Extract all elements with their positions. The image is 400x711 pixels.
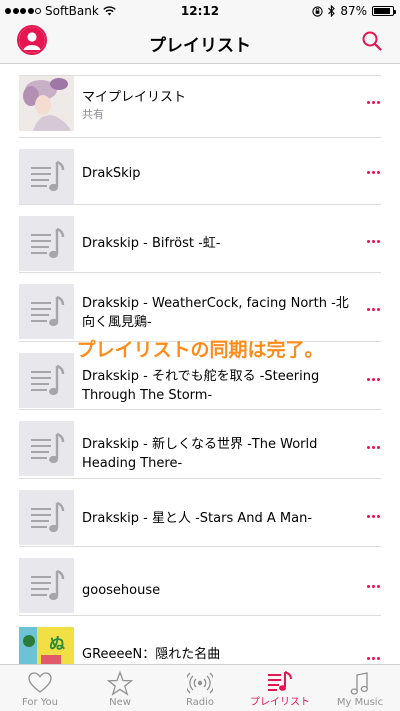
divider [19, 137, 381, 138]
playlist-title: Drakskip - 新しくなる世界 -The World Heading Th… [82, 437, 318, 471]
more-options-button[interactable] [367, 515, 380, 518]
star-icon [107, 671, 133, 696]
battery-icon [372, 6, 396, 16]
playlist-title: Drakskip - それでも舵を取る -Steering Through Th… [82, 369, 320, 403]
tab-bar: For You New Radio プレイリスト My Music [0, 664, 400, 711]
playlist-text: Drakskip - Bifröst -虹- [82, 234, 360, 253]
playlist-title: DrakSkip [82, 166, 141, 181]
playlist-title: goosehouse [82, 583, 161, 598]
navigation-bar: プレイリスト [0, 22, 400, 64]
tab-radio[interactable]: Radio [160, 665, 240, 711]
playlist-subtitle: 共有 [82, 108, 104, 121]
heart-icon [28, 672, 52, 693]
status-bar: SoftBank 12:12 87% [0, 0, 400, 22]
rotation-lock-icon [312, 5, 323, 17]
divider [19, 272, 381, 273]
tab-label: My Music [336, 697, 384, 708]
playlist-title: GReeeeN：隠れた名曲 [82, 647, 221, 662]
playlist-text: Drakskip - 新しくなる世界 -The World Heading Th… [82, 435, 360, 473]
playlist-row[interactable]: マイプレイリスト 共有 [0, 64, 400, 132]
playlist-artwork-placeholder [19, 421, 74, 476]
battery-percentage: 87% [340, 4, 367, 18]
playlist-artwork-placeholder [19, 558, 74, 613]
playlist-text: Drakskip - 星と人 -Stars And A Man- [82, 509, 360, 528]
playlist-artwork-album-photo: ぬ [19, 627, 74, 664]
music-note-placeholder-icon [31, 160, 65, 192]
playlist-artwork-placeholder [19, 284, 74, 339]
playlist-text: Drakskip - WeatherCock, facing North -北向… [82, 294, 360, 332]
tab-for-you[interactable]: For You [0, 665, 80, 711]
playlist-row[interactable]: Drakskip - 星と人 -Stars And A Man- [0, 478, 400, 546]
playlist-text: Drakskip - それでも舵を取る -Steering Through Th… [82, 367, 360, 405]
divider [19, 409, 381, 410]
music-note-placeholder-icon [31, 227, 65, 259]
sync-complete-message: プレイリストの同期は完了。 [76, 339, 324, 361]
more-options-button[interactable] [367, 378, 380, 381]
playlist-row[interactable]: Drakskip - Bifröst -虹- [0, 204, 400, 272]
divider [19, 615, 381, 616]
divider [19, 204, 381, 205]
playlist-row[interactable]: Drakskip - 新しくなる世界 -The World Heading Th… [0, 409, 400, 477]
tab-label: For You [21, 697, 59, 708]
more-options-button[interactable] [367, 585, 380, 588]
playlist-title: Drakskip - WeatherCock, facing North -北向… [82, 296, 349, 330]
music-note-placeholder-icon [31, 432, 65, 464]
more-options-button[interactable] [367, 101, 380, 104]
more-options-button[interactable] [367, 657, 380, 660]
tab-label: プレイリスト [250, 697, 310, 708]
playlist-artwork-placeholder [19, 149, 74, 204]
playlist-artwork-custom-photo [19, 76, 74, 131]
playlist-row[interactable]: DrakSkip [0, 137, 400, 205]
playlist-text: マイプレイリスト 共有 [82, 88, 360, 123]
playlist-artwork-placeholder [19, 216, 74, 271]
playlist-artwork-placeholder [19, 490, 74, 545]
playlist-title: Drakskip - Bifröst -虹- [82, 236, 221, 251]
playlist-row[interactable]: Drakskip - WeatherCock, facing North -北向… [0, 272, 400, 340]
tab-label: New [109, 697, 131, 708]
more-options-button[interactable] [367, 171, 380, 174]
music-note-placeholder-icon [31, 295, 65, 327]
more-options-button[interactable] [367, 308, 380, 311]
music-note-placeholder-icon [31, 569, 65, 601]
tab-label: Radio [185, 697, 215, 708]
more-options-button[interactable] [367, 446, 380, 449]
playlist-row[interactable]: goosehouse [0, 546, 400, 614]
playlist-row[interactable]: ぬ GReeeeN：隠れた名曲 [0, 615, 400, 664]
divider [19, 546, 381, 547]
playlist-title: マイプレイリスト [82, 90, 187, 105]
music-note-placeholder-icon [31, 501, 65, 533]
playlist-list: マイプレイリスト 共有 DrakSkip Drakskip - Bifröst … [0, 64, 400, 664]
playlist-title: Drakskip - 星と人 -Stars And A Man- [82, 511, 313, 526]
playlist-text: goosehouse [82, 581, 360, 600]
bluetooth-icon [328, 5, 336, 17]
svg-text:ぬ: ぬ [49, 634, 65, 653]
radio-icon [187, 672, 213, 694]
music-note-icon [350, 672, 368, 695]
page-title: プレイリスト [149, 36, 251, 56]
tab-playlists[interactable]: プレイリスト [240, 665, 320, 711]
divider [19, 478, 381, 479]
playlist-text: DrakSkip [82, 164, 360, 183]
playlist-icon [268, 671, 292, 691]
playlist-text: GReeeeN：隠れた名曲 [82, 645, 360, 664]
tab-new[interactable]: New [80, 665, 160, 711]
tab-my-music[interactable]: My Music [320, 665, 400, 711]
more-options-button[interactable] [367, 240, 380, 243]
search-button[interactable] [361, 30, 383, 52]
status-right: 87% [312, 4, 396, 18]
